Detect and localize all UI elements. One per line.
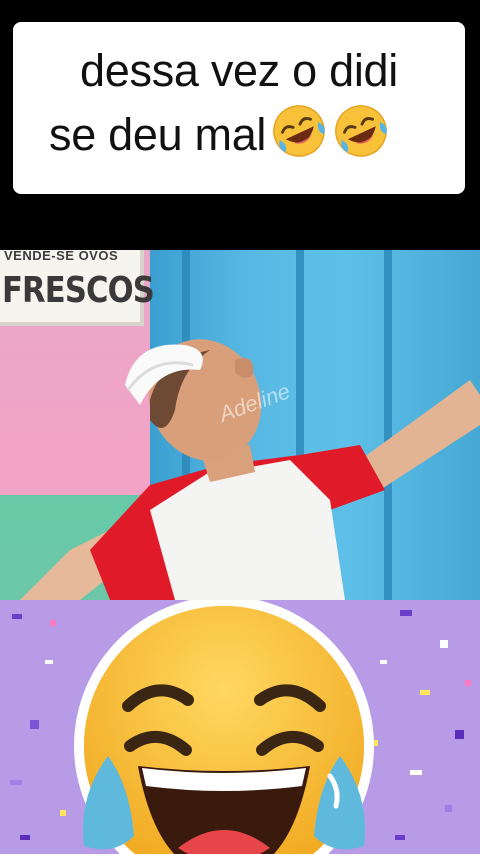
rolling-on-floor-laughing-icon (335, 105, 387, 157)
caption-line-1: dessa vez o didi (80, 45, 398, 96)
video-screen: dessa vez o didi se deu mal VENDE-SE OVO… (0, 0, 480, 854)
person-figure (20, 339, 480, 600)
face-with-tears-of-joy-icon (74, 600, 374, 854)
sticker-stage (0, 600, 480, 854)
caption-line-2: se deu mal (49, 109, 267, 160)
caption-line-2-wrapper: se deu mal (23, 102, 455, 166)
rolling-on-floor-laughing-icon (273, 105, 325, 157)
video-frame[interactable]: VENDE-SE OVOS FRESCOS Adeline (0, 250, 480, 600)
caption-card: dessa vez o didi se deu mal (13, 22, 465, 194)
